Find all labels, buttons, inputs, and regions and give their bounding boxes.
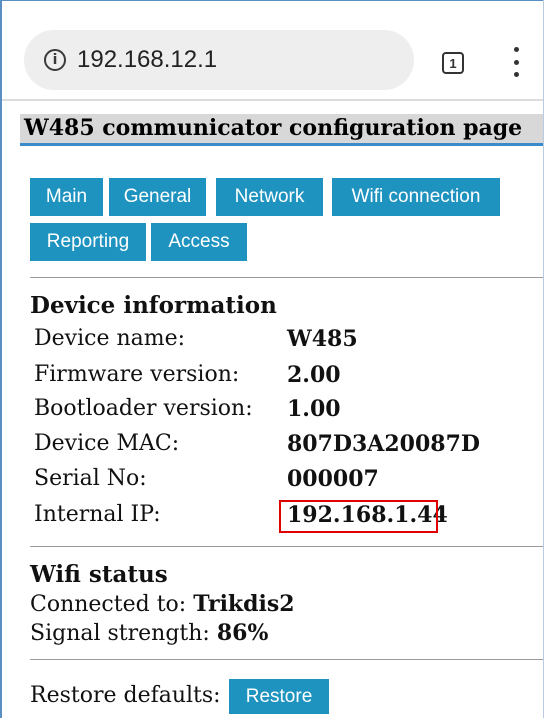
signal-strength-line: Signal strength: 86% [30,620,268,646]
info-icon[interactable]: i [44,49,66,71]
divider [30,277,543,278]
page-title: W485 communicator configuration page [24,115,523,141]
address-bar-url[interactable]: 192.168.12.1 [77,46,217,74]
nav-button-access[interactable]: Access [151,223,247,261]
restore-button[interactable]: Restore [229,679,329,714]
window-frame-left [0,0,2,718]
internal-ip-label: Internal IP: [34,502,161,527]
tab-switcher-button[interactable]: 1 [442,52,464,74]
restore-defaults-label: Restore defaults: [30,683,221,708]
divider [30,546,543,547]
internal-ip-highlight [279,500,438,533]
wifi-status-heading: Wifi status [30,561,168,588]
device-mac-value: 807D3A20087D [287,431,480,457]
device-name-label: Device name: [34,326,186,351]
wifi-connected-value: Trikdis2 [193,591,295,617]
signal-strength-label: Signal strength: [30,621,210,646]
signal-strength-value: 86% [216,620,269,646]
device-mac-label: Device MAC: [34,431,180,456]
divider [30,659,543,660]
browser-toolbar: i 192.168.12.1 1 [2,1,543,100]
device-info-heading: Device information [30,292,277,319]
wifi-connected-line: Connected to: Trikdis2 [30,591,295,617]
more-menu-icon[interactable] [511,47,521,77]
device-name-value: W485 [287,326,358,352]
page-title-bar: W485 communicator configuration page [20,114,543,146]
serial-number-value: 000007 [287,466,379,492]
bootloader-version-value: 1.00 [287,396,341,422]
address-bar[interactable]: i 192.168.12.1 [24,30,414,90]
nav-button-network[interactable]: Network [216,178,323,216]
toolbar-divider [2,99,543,101]
wifi-connected-label: Connected to: [30,592,187,617]
firmware-version-label: Firmware version: [34,362,240,387]
serial-number-label: Serial No: [34,466,147,491]
firmware-version-value: 2.00 [287,362,341,388]
nav-button-reporting[interactable]: Reporting [30,223,146,261]
bootloader-version-label: Bootloader version: [34,396,253,421]
nav-button-main[interactable]: Main [30,178,103,216]
nav-button-general[interactable]: General [109,178,206,216]
nav-button-wifi-connection[interactable]: Wifi connection [332,178,500,216]
